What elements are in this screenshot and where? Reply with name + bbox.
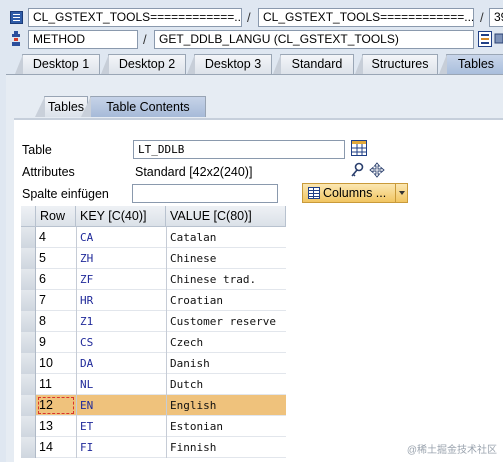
separator: / xyxy=(247,10,251,25)
row-number: 11 xyxy=(39,377,52,391)
value-cell[interactable]: Finnish xyxy=(166,437,286,458)
key-cell[interactable]: NL xyxy=(76,374,166,395)
table-row[interactable]: 4 CA Catalan xyxy=(21,227,286,248)
separator: / xyxy=(143,32,147,47)
tab-desktop-2[interactable]: Desktop 2 xyxy=(101,54,186,74)
row-selector[interactable] xyxy=(21,227,36,248)
key-cell[interactable]: EN xyxy=(76,395,166,416)
value-cell[interactable]: Czech xyxy=(166,332,286,353)
desktop-tab-bar: Desktop 1 Desktop 2 Desktop 3 Standard S… xyxy=(6,54,503,74)
tab-structures[interactable]: Structures xyxy=(355,54,438,74)
row-number: 14 xyxy=(39,440,53,454)
row-selector[interactable] xyxy=(21,248,36,269)
row-number: 8 xyxy=(39,314,46,328)
table-row[interactable]: 10 DA Danish xyxy=(21,353,286,374)
value-cell[interactable]: Dutch xyxy=(166,374,286,395)
table-row[interactable]: 5 ZH Chinese xyxy=(21,248,286,269)
key-cell[interactable]: ZH xyxy=(76,248,166,269)
value-cell[interactable]: Chinese xyxy=(166,248,286,269)
method-icon xyxy=(12,31,20,46)
key-cell[interactable]: ZF xyxy=(76,269,166,290)
table-row-selected[interactable]: 12 EN English xyxy=(21,395,286,416)
value-cell[interactable]: English xyxy=(166,395,286,416)
value-cell[interactable]: Estonian xyxy=(166,416,286,437)
table-view-icon[interactable] xyxy=(351,140,367,156)
attributes-value: Standard [42x2(240)] xyxy=(135,165,253,179)
table-row[interactable]: 7 HR Croatian xyxy=(21,290,286,311)
table-row[interactable]: 11 NL Dutch xyxy=(21,374,286,395)
row-selector[interactable] xyxy=(21,269,36,290)
columns-button-label: Columns ... xyxy=(323,186,387,200)
column-header-row[interactable]: Row xyxy=(36,206,76,227)
row-number: 10 xyxy=(39,356,53,370)
spalte-label: Spalte einfügen xyxy=(22,187,109,201)
row-selector[interactable] xyxy=(21,290,36,311)
row-selector[interactable] xyxy=(21,353,36,374)
value-cell[interactable]: Customer reserve xyxy=(166,311,286,332)
class-icon xyxy=(10,11,23,24)
column-header-selector[interactable] xyxy=(21,206,36,227)
watermark: @稀土掘金技术社区 xyxy=(406,445,497,456)
key-cell[interactable]: ET xyxy=(76,416,166,437)
table-row[interactable]: 9 CS Czech xyxy=(21,332,286,353)
column-header-key[interactable]: KEY [C(40)] xyxy=(76,206,166,227)
row-selector[interactable] xyxy=(21,311,36,332)
tab-tables[interactable]: Tables xyxy=(439,54,503,74)
table-row[interactable]: 6 ZF Chinese trad. xyxy=(21,269,286,290)
row-number: 9 xyxy=(39,335,46,349)
table-name-input[interactable]: LT_DDLB xyxy=(133,140,345,159)
key-cell[interactable]: Z1 xyxy=(76,311,166,332)
column-header-value[interactable]: VALUE [C(80)] xyxy=(166,206,286,227)
row-number: 12 xyxy=(36,395,76,416)
key-icon[interactable] xyxy=(349,162,365,178)
row-number: 5 xyxy=(39,251,46,265)
spalte-input[interactable] xyxy=(132,184,278,203)
row-number: 6 xyxy=(39,272,46,286)
key-cell[interactable]: FI xyxy=(76,437,166,458)
key-cell[interactable]: CA xyxy=(76,227,166,248)
include-field[interactable]: CL_GSTEXT_TOOLS============... xyxy=(258,8,474,27)
table-row[interactable]: 8 Z1 Customer reserve xyxy=(21,311,286,332)
attributes-label: Attributes xyxy=(22,165,75,179)
row-number: 4 xyxy=(39,230,46,244)
key-cell[interactable]: DA xyxy=(76,353,166,374)
table-label: Table xyxy=(22,143,52,157)
chevron-down-icon[interactable] xyxy=(395,184,407,202)
row-selector[interactable] xyxy=(21,332,36,353)
table-row[interactable]: 13 ET Estonian xyxy=(21,416,286,437)
method-field[interactable]: GET_DDLB_LANGU (CL_GSTEXT_TOOLS) xyxy=(154,30,474,49)
tab-standard[interactable]: Standard xyxy=(273,54,354,74)
tab-desktop-1[interactable]: Desktop 1 xyxy=(15,54,100,74)
value-cell[interactable]: Danish xyxy=(166,353,286,374)
columns-button[interactable]: Columns ... xyxy=(302,183,408,203)
value-cell[interactable]: Chinese trad. xyxy=(166,269,286,290)
row-selector[interactable] xyxy=(21,374,36,395)
key-cell[interactable]: CS xyxy=(76,332,166,353)
cube-icon[interactable] xyxy=(494,31,503,47)
row-number: 7 xyxy=(39,293,46,307)
value-cell[interactable]: Croatian xyxy=(166,290,286,311)
object-type-field[interactable]: METHOD xyxy=(28,30,138,49)
value-cell[interactable]: Catalan xyxy=(166,227,286,248)
separator: / xyxy=(480,10,484,25)
row-selector[interactable] xyxy=(21,395,36,416)
tab-desktop-3[interactable]: Desktop 3 xyxy=(187,54,272,74)
line-field[interactable]: 39 xyxy=(489,8,503,27)
navigate-icon[interactable] xyxy=(478,31,492,47)
row-selector[interactable] xyxy=(21,437,36,458)
subtab-table-contents[interactable]: Table Contents xyxy=(81,96,206,117)
key-cell[interactable]: HR xyxy=(76,290,166,311)
table-icon xyxy=(308,187,320,199)
program-field[interactable]: CL_GSTEXT_TOOLS============... xyxy=(28,8,242,27)
row-selector[interactable] xyxy=(21,416,36,437)
row-number: 13 xyxy=(39,419,53,433)
table-row[interactable]: 14 FI Finnish xyxy=(21,437,286,458)
move-icon[interactable] xyxy=(369,162,385,178)
